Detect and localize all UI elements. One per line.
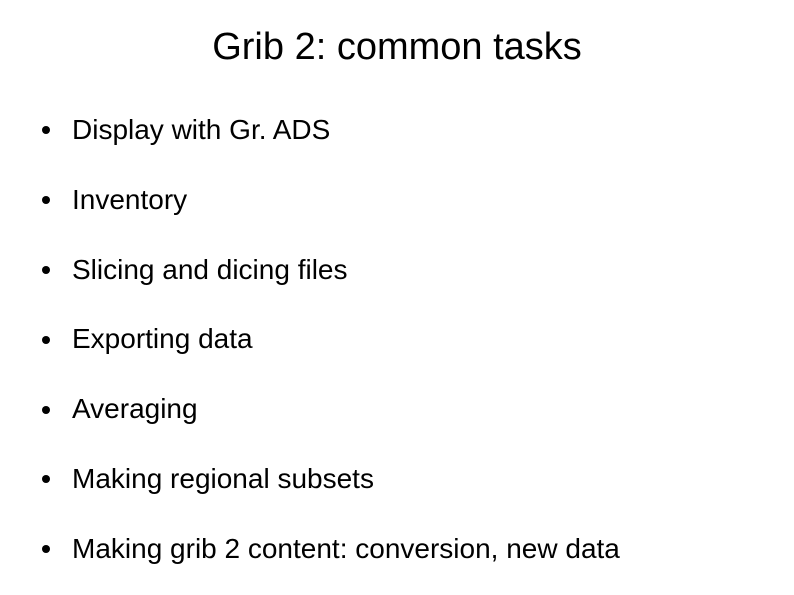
list-item: Inventory [42, 185, 794, 216]
list-item-label: Display with Gr. ADS [72, 115, 330, 146]
bullet-icon [42, 196, 50, 204]
bullet-icon [42, 545, 50, 553]
page-title: Grib 2: common tasks [0, 0, 794, 69]
list-item: Making regional subsets [42, 464, 794, 495]
list-item-label: Exporting data [72, 324, 253, 355]
slide: Grib 2: common tasks Display with Gr. AD… [0, 0, 794, 595]
list-item: Making grib 2 content: conversion, new d… [42, 534, 794, 565]
bullet-icon [42, 266, 50, 274]
list-item: Exporting data [42, 324, 794, 355]
bullet-icon [42, 336, 50, 344]
list-item: Display with Gr. ADS [42, 115, 794, 146]
bullet-icon [42, 126, 50, 134]
list-item-label: Inventory [72, 185, 187, 216]
bullet-list: Display with Gr. ADS Inventory Slicing a… [42, 115, 794, 565]
bullet-icon [42, 406, 50, 414]
list-item-label: Making grib 2 content: conversion, new d… [72, 534, 620, 565]
list-item: Averaging [42, 394, 794, 425]
list-item-label: Slicing and dicing files [72, 255, 348, 286]
bullet-icon [42, 475, 50, 483]
list-item-label: Averaging [72, 394, 198, 425]
list-item: Slicing and dicing files [42, 255, 794, 286]
list-item-label: Making regional subsets [72, 464, 374, 495]
